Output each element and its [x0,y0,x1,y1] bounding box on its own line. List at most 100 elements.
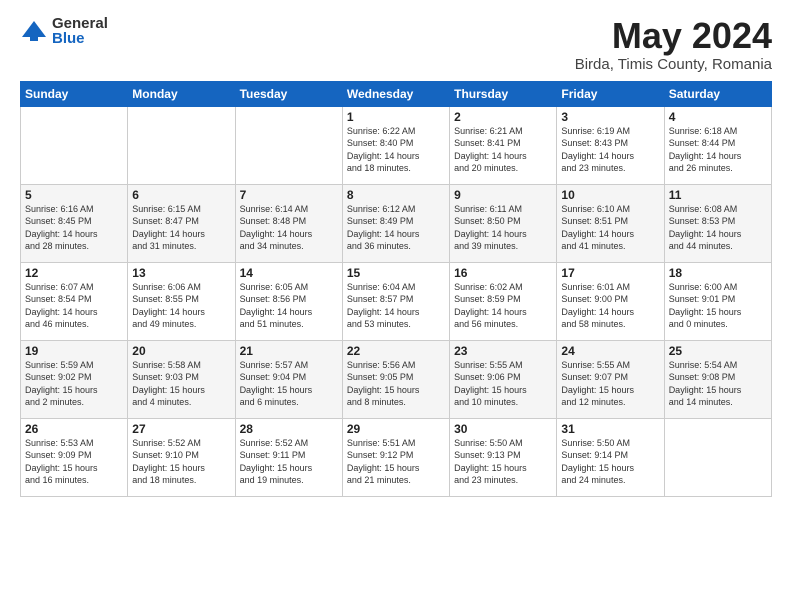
day-number: 11 [669,188,767,202]
day-cell: 24Sunrise: 5:55 AM Sunset: 9:07 PM Dayli… [557,340,664,418]
day-cell: 23Sunrise: 5:55 AM Sunset: 9:06 PM Dayli… [450,340,557,418]
day-cell: 29Sunrise: 5:51 AM Sunset: 9:12 PM Dayli… [342,418,449,496]
header-cell-sunday: Sunday [21,81,128,106]
header-row: SundayMondayTuesdayWednesdayThursdayFrid… [21,81,772,106]
day-info: Sunrise: 5:55 AM Sunset: 9:07 PM Dayligh… [561,359,659,409]
day-cell: 3Sunrise: 6:19 AM Sunset: 8:43 PM Daylig… [557,106,664,184]
day-number: 12 [25,266,123,280]
day-number: 25 [669,344,767,358]
day-cell: 25Sunrise: 5:54 AM Sunset: 9:08 PM Dayli… [664,340,771,418]
day-info: Sunrise: 6:10 AM Sunset: 8:51 PM Dayligh… [561,203,659,253]
day-number: 3 [561,110,659,124]
day-number: 31 [561,422,659,436]
day-info: Sunrise: 5:54 AM Sunset: 9:08 PM Dayligh… [669,359,767,409]
day-info: Sunrise: 6:00 AM Sunset: 9:01 PM Dayligh… [669,281,767,331]
day-info: Sunrise: 6:14 AM Sunset: 8:48 PM Dayligh… [240,203,338,253]
day-number: 15 [347,266,445,280]
day-info: Sunrise: 6:06 AM Sunset: 8:55 PM Dayligh… [132,281,230,331]
week-row-0: 1Sunrise: 6:22 AM Sunset: 8:40 PM Daylig… [21,106,772,184]
day-cell: 20Sunrise: 5:58 AM Sunset: 9:03 PM Dayli… [128,340,235,418]
week-row-3: 19Sunrise: 5:59 AM Sunset: 9:02 PM Dayli… [21,340,772,418]
day-cell: 14Sunrise: 6:05 AM Sunset: 8:56 PM Dayli… [235,262,342,340]
day-cell: 26Sunrise: 5:53 AM Sunset: 9:09 PM Dayli… [21,418,128,496]
day-info: Sunrise: 5:58 AM Sunset: 9:03 PM Dayligh… [132,359,230,409]
day-info: Sunrise: 6:18 AM Sunset: 8:44 PM Dayligh… [669,125,767,175]
day-number: 14 [240,266,338,280]
day-info: Sunrise: 6:11 AM Sunset: 8:50 PM Dayligh… [454,203,552,253]
day-info: Sunrise: 6:05 AM Sunset: 8:56 PM Dayligh… [240,281,338,331]
day-cell: 8Sunrise: 6:12 AM Sunset: 8:49 PM Daylig… [342,184,449,262]
day-cell: 4Sunrise: 6:18 AM Sunset: 8:44 PM Daylig… [664,106,771,184]
logo-general: General [52,16,108,31]
header-cell-friday: Friday [557,81,664,106]
day-number: 2 [454,110,552,124]
day-number: 1 [347,110,445,124]
day-cell [235,106,342,184]
day-number: 4 [669,110,767,124]
day-info: Sunrise: 6:04 AM Sunset: 8:57 PM Dayligh… [347,281,445,331]
day-cell: 27Sunrise: 5:52 AM Sunset: 9:10 PM Dayli… [128,418,235,496]
week-row-4: 26Sunrise: 5:53 AM Sunset: 9:09 PM Dayli… [21,418,772,496]
title-area: May 2024 Birda, Timis County, Romania [575,16,772,73]
day-info: Sunrise: 6:16 AM Sunset: 8:45 PM Dayligh… [25,203,123,253]
day-number: 9 [454,188,552,202]
day-info: Sunrise: 5:53 AM Sunset: 9:09 PM Dayligh… [25,437,123,487]
day-number: 22 [347,344,445,358]
day-cell: 28Sunrise: 5:52 AM Sunset: 9:11 PM Dayli… [235,418,342,496]
day-number: 26 [25,422,123,436]
day-number: 18 [669,266,767,280]
day-cell: 6Sunrise: 6:15 AM Sunset: 8:47 PM Daylig… [128,184,235,262]
day-number: 20 [132,344,230,358]
day-cell: 10Sunrise: 6:10 AM Sunset: 8:51 PM Dayli… [557,184,664,262]
day-number: 17 [561,266,659,280]
day-cell: 19Sunrise: 5:59 AM Sunset: 9:02 PM Dayli… [21,340,128,418]
calendar-body: 1Sunrise: 6:22 AM Sunset: 8:40 PM Daylig… [21,106,772,496]
day-cell: 9Sunrise: 6:11 AM Sunset: 8:50 PM Daylig… [450,184,557,262]
day-cell: 31Sunrise: 5:50 AM Sunset: 9:14 PM Dayli… [557,418,664,496]
calendar-table: SundayMondayTuesdayWednesdayThursdayFrid… [20,81,772,497]
day-cell: 22Sunrise: 5:56 AM Sunset: 9:05 PM Dayli… [342,340,449,418]
day-info: Sunrise: 6:19 AM Sunset: 8:43 PM Dayligh… [561,125,659,175]
day-number: 6 [132,188,230,202]
day-info: Sunrise: 5:52 AM Sunset: 9:11 PM Dayligh… [240,437,338,487]
header-cell-thursday: Thursday [450,81,557,106]
day-cell [21,106,128,184]
day-info: Sunrise: 5:55 AM Sunset: 9:06 PM Dayligh… [454,359,552,409]
day-cell: 12Sunrise: 6:07 AM Sunset: 8:54 PM Dayli… [21,262,128,340]
day-number: 27 [132,422,230,436]
day-info: Sunrise: 5:50 AM Sunset: 9:14 PM Dayligh… [561,437,659,487]
day-cell: 13Sunrise: 6:06 AM Sunset: 8:55 PM Dayli… [128,262,235,340]
day-number: 23 [454,344,552,358]
day-number: 30 [454,422,552,436]
day-number: 10 [561,188,659,202]
page: General Blue May 2024 Birda, Timis Count… [0,0,792,507]
day-info: Sunrise: 5:52 AM Sunset: 9:10 PM Dayligh… [132,437,230,487]
day-cell: 30Sunrise: 5:50 AM Sunset: 9:13 PM Dayli… [450,418,557,496]
logo-icon [20,17,48,45]
day-info: Sunrise: 5:59 AM Sunset: 9:02 PM Dayligh… [25,359,123,409]
day-cell: 15Sunrise: 6:04 AM Sunset: 8:57 PM Dayli… [342,262,449,340]
week-row-2: 12Sunrise: 6:07 AM Sunset: 8:54 PM Dayli… [21,262,772,340]
header-cell-wednesday: Wednesday [342,81,449,106]
week-row-1: 5Sunrise: 6:16 AM Sunset: 8:45 PM Daylig… [21,184,772,262]
day-number: 24 [561,344,659,358]
day-number: 13 [132,266,230,280]
day-info: Sunrise: 6:08 AM Sunset: 8:53 PM Dayligh… [669,203,767,253]
day-number: 29 [347,422,445,436]
header-cell-saturday: Saturday [664,81,771,106]
day-info: Sunrise: 5:50 AM Sunset: 9:13 PM Dayligh… [454,437,552,487]
day-number: 19 [25,344,123,358]
calendar-header: SundayMondayTuesdayWednesdayThursdayFrid… [21,81,772,106]
day-info: Sunrise: 6:22 AM Sunset: 8:40 PM Dayligh… [347,125,445,175]
day-info: Sunrise: 5:51 AM Sunset: 9:12 PM Dayligh… [347,437,445,487]
day-cell: 11Sunrise: 6:08 AM Sunset: 8:53 PM Dayli… [664,184,771,262]
day-info: Sunrise: 6:12 AM Sunset: 8:49 PM Dayligh… [347,203,445,253]
header-cell-monday: Monday [128,81,235,106]
day-cell: 5Sunrise: 6:16 AM Sunset: 8:45 PM Daylig… [21,184,128,262]
day-info: Sunrise: 6:01 AM Sunset: 9:00 PM Dayligh… [561,281,659,331]
day-number: 28 [240,422,338,436]
day-number: 7 [240,188,338,202]
day-number: 16 [454,266,552,280]
day-info: Sunrise: 6:15 AM Sunset: 8:47 PM Dayligh… [132,203,230,253]
day-cell: 7Sunrise: 6:14 AM Sunset: 8:48 PM Daylig… [235,184,342,262]
